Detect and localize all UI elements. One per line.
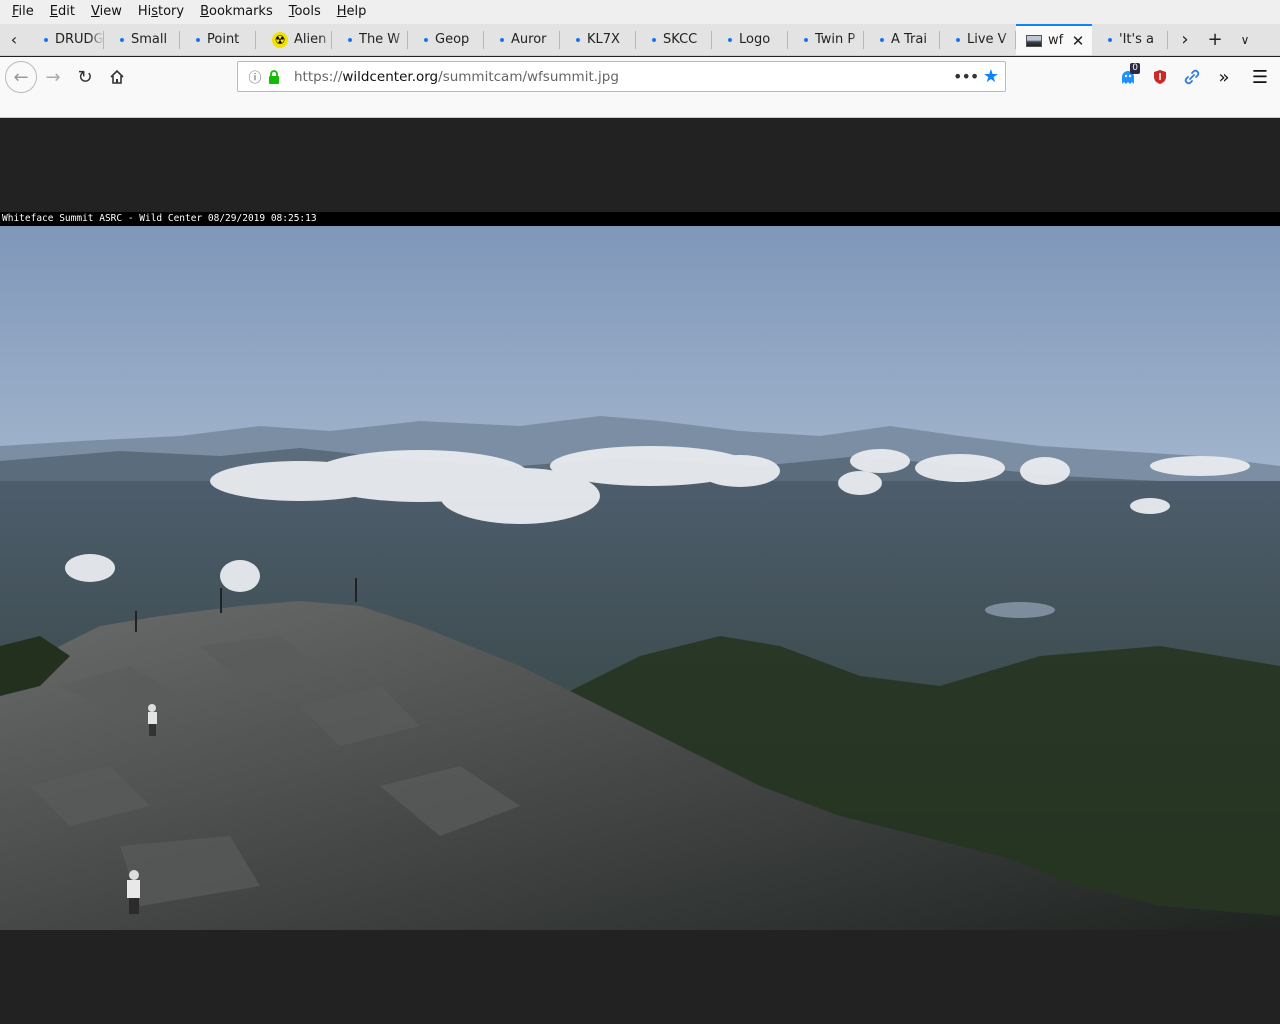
- tab-label: 'It's a: [1119, 32, 1154, 47]
- tab-scroll-left-button[interactable]: ‹: [0, 24, 28, 55]
- tab-strip: ‹ DRUDGE Small Point ☢ Alien The W Geop A…: [0, 24, 1280, 56]
- close-tab-icon[interactable]: ✕: [1070, 32, 1086, 50]
- menu-bar: File Edit View History Bookmarks Tools H…: [0, 0, 1280, 24]
- tab-label: SKCC: [663, 32, 698, 47]
- loading-dot-icon: [44, 37, 48, 42]
- loading-dot-icon: [500, 37, 504, 42]
- loading-dot-icon: [348, 37, 352, 42]
- tab-live[interactable]: Live V: [940, 24, 1016, 55]
- webcam-caption: Whiteface Summit ASRC - Wild Center 08/2…: [0, 212, 1280, 226]
- tab-label: Auror: [511, 32, 547, 47]
- tab-its-a[interactable]: 'It's a: [1092, 24, 1168, 55]
- main-menu-button[interactable]: ☰: [1244, 61, 1276, 93]
- tab-label: Alien: [294, 32, 327, 47]
- webcam-image[interactable]: [0, 226, 1280, 930]
- plus-icon: +: [1207, 29, 1223, 50]
- tab-the-w[interactable]: The W: [332, 24, 408, 55]
- extension-badge: 0: [1130, 63, 1140, 74]
- extension-toolbar: 0 »: [1112, 61, 1240, 93]
- link-icon: [1184, 69, 1200, 85]
- tab-label: Live V: [967, 32, 1007, 47]
- menu-bookmarks[interactable]: Bookmarks: [192, 0, 281, 24]
- tab-label: KL7X: [587, 32, 620, 47]
- page-actions-icon[interactable]: •••: [953, 67, 979, 86]
- tab-scroll-right-button[interactable]: ›: [1170, 24, 1200, 55]
- menu-file[interactable]: File: [4, 0, 42, 24]
- loading-dot-icon: [576, 37, 580, 42]
- chevron-down-icon: ∨: [1240, 32, 1250, 47]
- tab-label: wf: [1048, 33, 1064, 48]
- list-all-tabs-button[interactable]: ∨: [1230, 24, 1260, 55]
- ublock-extension-button[interactable]: [1144, 61, 1176, 93]
- tab-small[interactable]: Small: [104, 24, 180, 55]
- overflow-menu-button[interactable]: »: [1208, 61, 1240, 93]
- info-icon[interactable]: ⓘ: [246, 67, 264, 86]
- hamburger-menu-icon: ☰: [1251, 66, 1269, 88]
- tab-twin[interactable]: Twin P: [788, 24, 864, 55]
- tab-a-trai[interactable]: A Trai: [864, 24, 940, 55]
- loading-dot-icon: [956, 37, 960, 42]
- menu-history[interactable]: History: [130, 0, 192, 24]
- double-chevron-right-icon: »: [1218, 66, 1230, 88]
- arrow-right-icon: →: [45, 66, 61, 88]
- tab-label: Small: [131, 32, 168, 47]
- loading-dot-icon: [120, 37, 124, 42]
- arrow-left-icon: ←: [13, 66, 29, 88]
- tab-label: The W: [359, 32, 401, 47]
- url-text[interactable]: https://wildcenter.org/summitcam/wfsummi…: [294, 69, 953, 85]
- loading-dot-icon: [1108, 37, 1112, 42]
- loading-dot-icon: [880, 37, 884, 42]
- shield-icon: [1154, 70, 1166, 84]
- url-scheme: https://: [294, 68, 343, 85]
- loading-dot-icon: [728, 37, 732, 42]
- tab-label: DRUDGE: [55, 32, 104, 47]
- toolbar-spacer: [0, 97, 1280, 118]
- address-bar[interactable]: ⓘ https://wildcenter.org/summitcam/wfsum…: [237, 61, 1006, 92]
- menu-edit[interactable]: Edit: [42, 0, 83, 24]
- ghostery-extension-button[interactable]: 0: [1112, 61, 1144, 93]
- lock-icon[interactable]: [268, 69, 282, 84]
- forward-button[interactable]: →: [37, 61, 69, 93]
- tab-drudge[interactable]: DRUDGE: [28, 24, 104, 55]
- tab-logo[interactable]: Logo: [712, 24, 788, 55]
- new-tab-button[interactable]: +: [1200, 24, 1230, 55]
- tab-label: A Trai: [891, 32, 927, 47]
- tab-geop[interactable]: Geop: [408, 24, 484, 55]
- reload-button[interactable]: ↻: [69, 61, 101, 93]
- bookmark-star-icon[interactable]: ★: [977, 66, 1005, 87]
- tab-list: DRUDGE Small Point ☢ Alien The W Geop Aur…: [28, 24, 1170, 55]
- image-viewer: Whiteface Summit ASRC - Wild Center 08/2…: [0, 118, 1280, 1024]
- loading-dot-icon: [196, 37, 200, 42]
- home-icon: [110, 69, 124, 84]
- menu-tools[interactable]: Tools: [281, 0, 329, 24]
- navigation-toolbar: ← → ↻ ⓘ https://wildcenter.org/summitcam…: [0, 57, 1280, 97]
- tab-wfsummit-active[interactable]: wf ✕: [1016, 24, 1092, 55]
- tab-label: Twin P: [815, 32, 856, 47]
- chevron-right-icon: ›: [1181, 29, 1189, 50]
- tab-kl7x[interactable]: KL7X: [560, 24, 636, 55]
- tab-alien[interactable]: ☢ Alien: [256, 24, 332, 55]
- tab-label: Logo: [739, 32, 771, 47]
- loading-dot-icon: [424, 37, 428, 42]
- tab-label: Point: [207, 32, 240, 47]
- image-thumbnail-icon: [1026, 34, 1042, 47]
- loading-dot-icon: [652, 37, 656, 42]
- url-path: /summitcam/wfsummit.jpg: [438, 68, 619, 85]
- menu-view[interactable]: View: [83, 0, 130, 24]
- home-button[interactable]: [101, 61, 133, 93]
- back-button[interactable]: ←: [5, 61, 37, 93]
- url-host: wildcenter.org: [342, 68, 439, 85]
- menu-help[interactable]: Help: [329, 0, 375, 24]
- loading-dot-icon: [804, 37, 808, 42]
- tab-skcc[interactable]: SKCC: [636, 24, 712, 55]
- link-extension-button[interactable]: [1176, 61, 1208, 93]
- radiation-icon: ☢: [272, 31, 288, 48]
- chevron-left-icon: ‹: [10, 30, 18, 49]
- tab-auror[interactable]: Auror: [484, 24, 560, 55]
- reload-icon: ↻: [77, 66, 93, 88]
- tab-label: Geop: [435, 32, 470, 47]
- tab-point[interactable]: Point: [180, 24, 256, 55]
